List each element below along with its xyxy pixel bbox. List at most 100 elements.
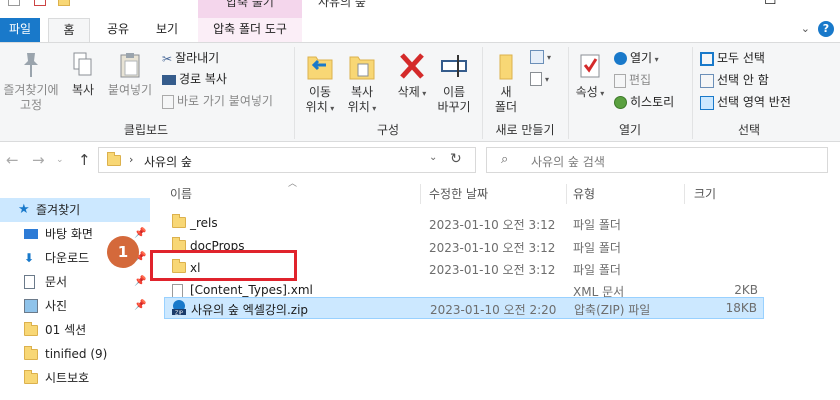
copy-to-button[interactable]: 복사 위치 ▾ — [342, 51, 382, 116]
open-group-label: 열기 — [618, 123, 642, 137]
window-title: 사유의 숲 — [318, 0, 366, 9]
dropdown-caret-icon: ▾ — [327, 104, 335, 113]
column-header-type[interactable]: 유형 — [573, 176, 595, 206]
column-divider[interactable] — [684, 184, 685, 204]
desktop-icon — [24, 229, 38, 239]
refresh-button[interactable]: ↻ — [450, 151, 462, 167]
ribbon: 즐겨찾기에 고정 복사 붙여넣기 ✂ 잘라내기 경로 복사 바로 가기 붙여넣기 … — [0, 42, 840, 142]
open-icon — [614, 52, 627, 65]
up-button[interactable]: ↑ — [78, 151, 91, 169]
forward-button[interactable]: → — [32, 151, 45, 169]
tab-compressed-folder-tools[interactable]: 압축 폴더 도구 — [198, 18, 302, 42]
easy-access-button[interactable]: ▾ — [530, 69, 549, 87]
paste-shortcut-button[interactable]: 바로 가기 붙여넣기 — [162, 92, 273, 110]
column-header-name[interactable]: 이름 — [170, 176, 192, 206]
folder-icon-wrap — [24, 370, 38, 385]
clipboard-group-label: 클립보드 — [123, 123, 169, 137]
sidebar-item-documents[interactable]: 문서 📌 — [0, 270, 150, 294]
minimize-button[interactable]: ─ — [718, 0, 726, 8]
column-divider[interactable] — [566, 184, 567, 204]
properties-button[interactable]: 속성 ▾ — [572, 51, 608, 101]
file-name: _rels — [190, 216, 218, 230]
file-name: 사유의 숲 엑셀강의.zip — [191, 303, 309, 317]
select-all-button[interactable]: 모두 선택 — [700, 49, 765, 67]
dropdown-caret-icon: ▾ — [545, 75, 550, 84]
new-folder-icon — [499, 54, 513, 80]
checkmark-icon[interactable] — [34, 0, 46, 6]
move-to-button[interactable]: 이동 위치 ▾ — [300, 51, 340, 116]
folder-icon — [172, 214, 186, 228]
rename-button[interactable]: 이름 바꾸기 — [432, 51, 476, 115]
select-none-button[interactable]: 선택 안 함 — [700, 71, 769, 89]
breadcrumb-path[interactable]: 사유의 숲 — [144, 153, 192, 170]
copy-icon — [73, 52, 92, 76]
tab-file[interactable]: 파일 — [0, 18, 40, 42]
edit-label: 편집 — [629, 73, 652, 87]
dropdown-caret-icon: ▾ — [547, 53, 552, 62]
back-button[interactable]: ← — [6, 151, 19, 169]
sidebar-item-pictures[interactable]: 사진 📌 — [0, 294, 150, 318]
clipboard-icon — [120, 53, 140, 78]
cut-button[interactable]: ✂ 잘라내기 — [162, 49, 219, 67]
file-row-selected[interactable]: ZIP 사유의 숲 엑셀강의.zip 2023-01-10 오전 2:20 압축… — [164, 297, 764, 319]
ribbon-collapse-icon[interactable]: ⌄ — [801, 22, 810, 35]
edit-button[interactable]: 편집 — [614, 71, 651, 89]
search-box[interactable]: ⌕ 사유의 숲 검색 — [486, 147, 828, 173]
file-row[interactable]: _rels 2023-01-10 오전 3:12 파일 폴더 — [164, 213, 764, 235]
sidebar-item-folder-sheet-protect[interactable]: 시트보호 — [0, 366, 150, 390]
dropdown-caret-icon: ▾ — [597, 89, 605, 98]
file-date: 2023-01-10 오전 3:12 — [429, 263, 556, 277]
sidebar-item-folder-tinified[interactable]: tinified (9) — [0, 342, 150, 366]
recent-locations-icon[interactable]: ⌄ — [56, 155, 64, 165]
folder-icon — [24, 322, 38, 336]
paste-label: 붙여넣기 — [107, 83, 153, 97]
history-button[interactable]: 히스토리 — [614, 93, 674, 111]
folder-icon[interactable] — [58, 0, 70, 6]
select-all-label: 모두 선택 — [717, 51, 765, 65]
sidebar-item-label: 다운로드 — [45, 251, 90, 265]
open-button[interactable]: 열기 ▾ — [614, 49, 659, 67]
sidebar-item-label: tinified (9) — [45, 347, 108, 361]
column-header-date[interactable]: 수정한 날짜 — [429, 176, 488, 206]
path-icon — [162, 74, 176, 85]
new-item-button[interactable]: ▾ — [530, 47, 551, 65]
file-date: 2023-01-10 오전 3:12 — [429, 241, 556, 255]
address-bar[interactable]: › 사유의 숲 ⌄ ↻ — [98, 147, 476, 173]
search-input[interactable]: 사유의 숲 검색 — [531, 153, 605, 170]
sidebar-item-quick-access[interactable]: ★ 즐겨찾기 — [0, 198, 150, 222]
invert-selection-button[interactable]: 선택 영역 반전 — [700, 93, 791, 111]
delete-button[interactable]: 삭제 ▾ — [392, 51, 432, 101]
address-history-icon[interactable]: ⌄ — [429, 152, 437, 163]
pin-quick-access-button[interactable]: 즐겨찾기에 고정 — [2, 51, 60, 113]
easy-access-icon — [530, 71, 542, 86]
file-name: [Content_Types].xml — [190, 283, 313, 297]
copy-path-button[interactable]: 경로 복사 — [162, 70, 227, 88]
column-divider[interactable] — [420, 184, 421, 204]
help-icon[interactable]: ? — [818, 21, 834, 37]
quick-access-icon[interactable] — [8, 0, 20, 6]
pin-icon[interactable]: 📌 — [134, 270, 146, 294]
breadcrumb-chevron-icon[interactable]: › — [129, 153, 133, 166]
paste-button[interactable]: 붙여넣기 — [104, 51, 156, 98]
tab-view[interactable]: 보기 — [146, 18, 188, 42]
column-header-size[interactable]: 크기 — [694, 176, 716, 206]
select-all-icon — [700, 51, 714, 66]
tab-share[interactable]: 공유 — [98, 18, 138, 42]
new-folder-button[interactable]: 새 폴더 — [486, 51, 526, 115]
copy-button[interactable]: 복사 — [66, 51, 100, 98]
group-divider — [568, 47, 569, 139]
navigation-bar: ← → ⌄ ↑ › 사유의 숲 ⌄ ↻ ⌕ 사유의 숲 검색 — [0, 142, 840, 180]
tab-home[interactable]: 홈 — [48, 18, 90, 43]
group-divider — [294, 47, 295, 139]
sidebar-item-folder-01[interactable]: 01 섹션 — [0, 318, 150, 342]
picture-icon — [24, 299, 38, 313]
pin-icon[interactable]: 📌 — [134, 294, 146, 318]
scissors-icon: ✂ — [162, 51, 173, 66]
xml-file-icon — [172, 284, 183, 298]
copy-path-label: 경로 복사 — [179, 72, 227, 86]
maximize-button[interactable]: ☐ — [764, 0, 777, 8]
new-group-label: 새로 만들기 — [495, 123, 555, 137]
folder-icon — [107, 152, 121, 166]
step-badge: 1 — [107, 236, 139, 268]
download-icon: ⬇ — [24, 251, 35, 265]
